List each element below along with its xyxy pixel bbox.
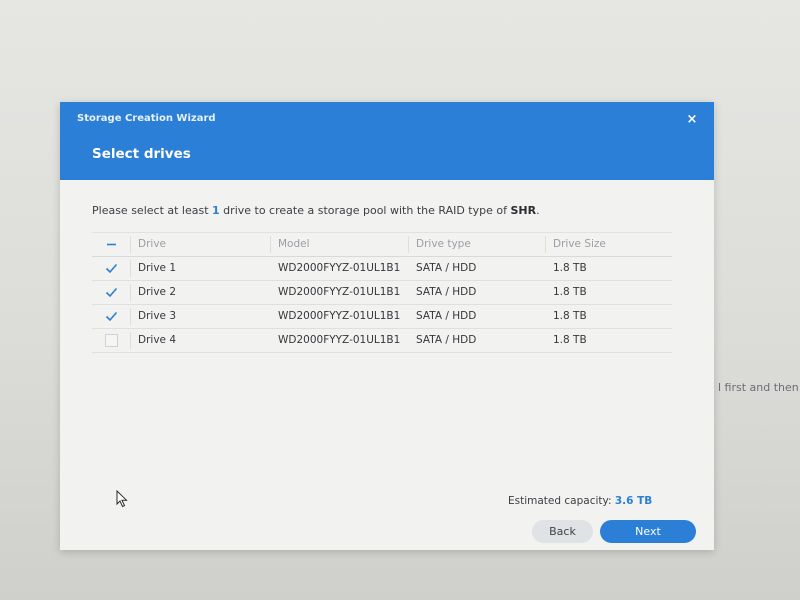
close-icon[interactable]: × <box>684 112 700 128</box>
drive-size: 1.8 TB <box>553 286 587 298</box>
drive-model: WD2000FYYZ-01UL1B1 <box>278 310 401 322</box>
drive-table: Drive Model Drive type Drive Size Drive … <box>92 232 672 353</box>
mouse-cursor-icon <box>116 489 128 512</box>
column-divider <box>130 236 131 253</box>
row-check-cell <box>92 329 130 352</box>
instruction-suffix: . <box>536 204 540 217</box>
column-divider <box>130 260 131 277</box>
column-divider <box>408 236 409 253</box>
column-divider <box>130 332 131 349</box>
header-drive[interactable]: Drive <box>138 233 166 256</box>
drive-type: SATA / HDD <box>416 334 477 346</box>
column-divider <box>130 284 131 301</box>
instruction-text: Please select at least 1 drive to create… <box>92 204 540 217</box>
drive-2-checkbox[interactable] <box>105 286 118 299</box>
drive-model: WD2000FYYZ-01UL1B1 <box>278 334 401 346</box>
drive-size: 1.8 TB <box>553 262 587 274</box>
estimated-capacity: Estimated capacity: 3.6 TB <box>508 495 652 507</box>
drive-model: WD2000FYYZ-01UL1B1 <box>278 262 401 274</box>
back-button[interactable]: Back <box>532 520 593 543</box>
drive-type: SATA / HDD <box>416 310 477 322</box>
check-icon <box>105 287 118 298</box>
drive-size: 1.8 TB <box>553 310 587 322</box>
header-drive-type[interactable]: Drive type <box>416 233 471 256</box>
drive-type: SATA / HDD <box>416 262 477 274</box>
dialog-header: Storage Creation Wizard × Select drives <box>60 102 714 180</box>
raid-type: SHR <box>510 204 537 217</box>
minus-icon <box>107 243 116 246</box>
drive-1-checkbox[interactable] <box>105 262 118 275</box>
drive-name: Drive 2 <box>138 286 177 298</box>
instruction-middle: drive to create a storage pool with the … <box>219 204 511 217</box>
check-icon <box>105 311 118 322</box>
drive-name: Drive 3 <box>138 310 177 322</box>
drive-model: WD2000FYYZ-01UL1B1 <box>278 286 401 298</box>
storage-creation-wizard-dialog: Storage Creation Wizard × Select drives … <box>60 102 714 550</box>
table-row[interactable]: Drive 2 WD2000FYYZ-01UL1B1 SATA / HDD 1.… <box>92 281 672 305</box>
drive-name: Drive 1 <box>138 262 177 274</box>
table-row[interactable]: Drive 1 WD2000FYYZ-01UL1B1 SATA / HDD 1.… <box>92 257 672 281</box>
drive-4-checkbox[interactable] <box>105 334 118 347</box>
row-check-cell <box>92 305 130 328</box>
column-divider <box>545 236 546 253</box>
step-title: Select drives <box>92 146 191 162</box>
column-divider <box>130 308 131 325</box>
wizard-title: Storage Creation Wizard <box>77 113 216 124</box>
min-drive-count: 1 <box>212 204 220 217</box>
background-window-text: l first and then c <box>718 381 800 394</box>
header-model[interactable]: Model <box>278 233 310 256</box>
table-row[interactable]: Drive 3 WD2000FYYZ-01UL1B1 SATA / HDD 1.… <box>92 305 672 329</box>
capacity-value: 3.6 TB <box>614 495 653 507</box>
table-row[interactable]: Drive 4 WD2000FYYZ-01UL1B1 SATA / HDD 1.… <box>92 329 672 353</box>
header-drive-size[interactable]: Drive Size <box>553 233 606 256</box>
column-divider <box>270 236 271 253</box>
select-all-cell <box>92 233 130 256</box>
drive-name: Drive 4 <box>138 334 177 346</box>
check-icon <box>105 263 118 274</box>
instruction-prefix: Please select at least <box>92 204 213 217</box>
select-all-checkbox[interactable] <box>105 238 118 251</box>
drive-size: 1.8 TB <box>553 334 587 346</box>
row-check-cell <box>92 257 130 280</box>
row-check-cell <box>92 281 130 304</box>
drive-3-checkbox[interactable] <box>105 310 118 323</box>
next-button[interactable]: Next <box>600 520 696 543</box>
capacity-label: Estimated capacity: <box>508 495 615 507</box>
drive-type: SATA / HDD <box>416 286 477 298</box>
table-header-row: Drive Model Drive type Drive Size <box>92 232 672 257</box>
